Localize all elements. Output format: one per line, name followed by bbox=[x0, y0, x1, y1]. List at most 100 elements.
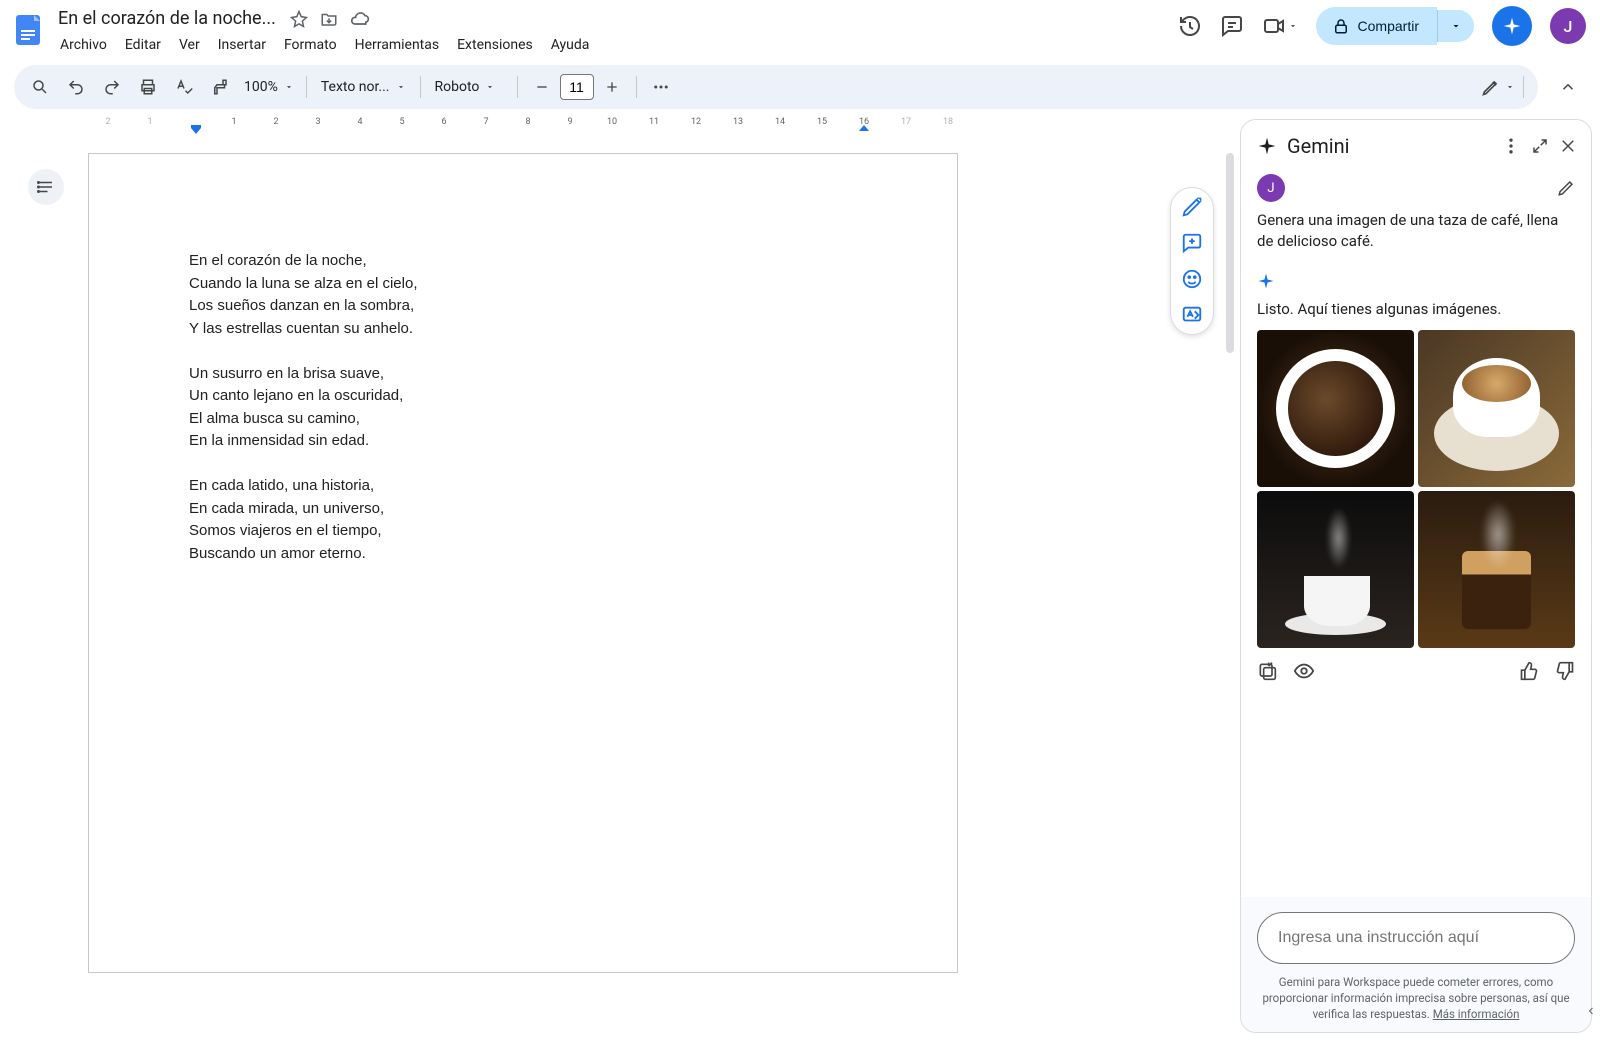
disclaimer-text: Gemini para Workspace puede cometer erro… bbox=[1262, 975, 1569, 1021]
generated-image-1[interactable] bbox=[1257, 330, 1414, 487]
menu-herramientas[interactable]: Herramientas bbox=[347, 33, 448, 57]
thumbs-down-icon[interactable] bbox=[1555, 661, 1575, 681]
ruler-tick: 5 bbox=[399, 117, 404, 127]
emoji-reaction-icon[interactable] bbox=[1181, 268, 1203, 290]
disclaimer-link[interactable]: Más información bbox=[1433, 1007, 1520, 1021]
ruler-tick: 8 bbox=[525, 117, 530, 127]
share-dropdown-button[interactable] bbox=[1437, 10, 1474, 42]
menu-archivo[interactable]: Archivo bbox=[52, 33, 115, 57]
style-value: Texto nor... bbox=[321, 79, 390, 95]
docs-logo-icon[interactable] bbox=[8, 10, 48, 50]
paragraph-style-dropdown[interactable]: Texto nor... bbox=[315, 79, 412, 95]
undo-icon[interactable] bbox=[60, 71, 92, 103]
collapse-toolbar-icon[interactable] bbox=[1550, 69, 1586, 105]
menu-ver[interactable]: Ver bbox=[171, 33, 208, 57]
generated-image-4[interactable] bbox=[1418, 491, 1575, 648]
menu-extensiones[interactable]: Extensiones bbox=[449, 33, 541, 57]
ruler-tick: 10 bbox=[607, 117, 617, 127]
first-line-indent-icon[interactable] bbox=[191, 125, 201, 135]
panel-more-icon[interactable] bbox=[1501, 136, 1521, 156]
gemini-spark-icon bbox=[1257, 136, 1277, 156]
ruler-tick: 15 bbox=[817, 117, 827, 127]
history-icon[interactable] bbox=[1178, 14, 1202, 38]
ruler-tick: 1 bbox=[147, 117, 152, 127]
document-page[interactable]: En el corazón de la noche, Cuando la lun… bbox=[88, 153, 958, 973]
menu-insertar[interactable]: Insertar bbox=[210, 33, 274, 57]
print-icon[interactable] bbox=[132, 71, 164, 103]
font-value: Roboto bbox=[435, 79, 480, 95]
menu-editar[interactable]: Editar bbox=[117, 33, 169, 57]
font-size-input[interactable] bbox=[560, 74, 594, 100]
share-button[interactable]: Compartir bbox=[1316, 7, 1437, 45]
outline-toggle-icon[interactable] bbox=[28, 169, 64, 205]
ruler-tick: 13 bbox=[733, 117, 743, 127]
generated-image-2[interactable] bbox=[1418, 330, 1575, 487]
star-icon[interactable] bbox=[290, 10, 308, 28]
paint-format-icon[interactable] bbox=[204, 71, 236, 103]
vertical-scrollbar[interactable] bbox=[1226, 153, 1234, 353]
thumbs-up-icon[interactable] bbox=[1519, 661, 1539, 681]
gemini-panel: Gemini J Genera una imagen de una taza d… bbox=[1240, 119, 1592, 1033]
meet-icon[interactable] bbox=[1262, 14, 1298, 38]
panel-close-icon[interactable] bbox=[1559, 137, 1577, 155]
ruler-tick: 11 bbox=[649, 117, 659, 127]
font-family-dropdown[interactable]: Roboto bbox=[429, 79, 509, 95]
ruler-tick: 7 bbox=[483, 117, 488, 127]
spellcheck-icon[interactable] bbox=[168, 71, 200, 103]
menu-ayuda[interactable]: Ayuda bbox=[543, 33, 598, 57]
ruler-tick: 1 bbox=[231, 117, 236, 127]
share-label: Compartir bbox=[1358, 18, 1419, 34]
cloud-status-icon[interactable] bbox=[350, 9, 370, 29]
menubar: Archivo Editar Ver Insertar Formato Herr… bbox=[52, 33, 1178, 57]
document-text[interactable]: En el corazón de la noche, Cuando la lun… bbox=[89, 154, 957, 565]
panel-expand-icon[interactable] bbox=[1531, 137, 1549, 155]
user-prompt-text: Genera una imagen de una taza de café, l… bbox=[1257, 210, 1575, 252]
gemini-prompt-input[interactable] bbox=[1257, 912, 1575, 964]
more-tools-icon[interactable] bbox=[645, 71, 677, 103]
editing-mode-dropdown[interactable] bbox=[1481, 77, 1515, 97]
ruler-tick: 4 bbox=[357, 117, 362, 127]
floating-toolbar bbox=[1170, 187, 1214, 335]
user-avatar-small: J bbox=[1257, 174, 1285, 202]
horizontal-ruler[interactable]: 2 1 1 2 3 4 5 6 7 8 9 10 11 12 13 14 15 … bbox=[18, 117, 1226, 137]
document-title[interactable]: En el corazón de la noche... bbox=[52, 6, 282, 31]
font-size-increase-icon[interactable] bbox=[596, 71, 628, 103]
ruler-tick: 16 bbox=[859, 117, 869, 127]
ruler-tick: 2 bbox=[105, 117, 110, 127]
side-panel-toggle-icon[interactable] bbox=[1582, 997, 1600, 1025]
ruler-tick: 6 bbox=[441, 117, 446, 127]
generated-image-grid bbox=[1257, 330, 1575, 648]
zoom-dropdown[interactable]: 100% bbox=[240, 79, 298, 95]
help-me-write-icon[interactable] bbox=[1181, 196, 1203, 218]
gemini-disclaimer: Gemini para Workspace puede cometer erro… bbox=[1257, 974, 1575, 1022]
ruler-tick: 18 bbox=[943, 117, 953, 127]
zoom-value: 100% bbox=[244, 79, 278, 95]
gemini-response-text: Listo. Aquí tienes algunas imágenes. bbox=[1257, 300, 1575, 318]
document-area: 2 1 1 2 3 4 5 6 7 8 9 10 11 12 13 14 15 … bbox=[0, 117, 1236, 1041]
account-avatar[interactable]: J bbox=[1550, 8, 1586, 44]
edit-prompt-icon[interactable] bbox=[1557, 179, 1575, 197]
ruler-tick: 12 bbox=[691, 117, 701, 127]
gemini-launch-button[interactable] bbox=[1492, 6, 1532, 46]
app-header: En el corazón de la noche... Archivo Edi… bbox=[0, 0, 1600, 57]
menu-formato[interactable]: Formato bbox=[276, 33, 345, 57]
vertical-ruler[interactable] bbox=[3, 143, 17, 1041]
ruler-tick: 3 bbox=[315, 117, 320, 127]
comments-icon[interactable] bbox=[1220, 14, 1244, 38]
search-icon[interactable] bbox=[24, 71, 56, 103]
suggest-edits-icon[interactable] bbox=[1181, 304, 1203, 326]
gemini-title: Gemini bbox=[1287, 134, 1491, 158]
view-sources-icon[interactable] bbox=[1293, 660, 1315, 682]
ruler-tick: 14 bbox=[775, 117, 785, 127]
ruler-tick: 2 bbox=[273, 117, 278, 127]
add-comment-icon[interactable] bbox=[1181, 232, 1203, 254]
redo-icon[interactable] bbox=[96, 71, 128, 103]
ruler-tick: 17 bbox=[901, 117, 911, 127]
generated-image-3[interactable] bbox=[1257, 491, 1414, 648]
toolbar: 100% Texto nor... Roboto bbox=[14, 65, 1538, 109]
gemini-response-spark-icon bbox=[1257, 272, 1575, 290]
move-icon[interactable] bbox=[320, 10, 338, 28]
font-size-decrease-icon[interactable] bbox=[526, 71, 558, 103]
insert-icon[interactable] bbox=[1257, 661, 1277, 681]
toolbar-row: 100% Texto nor... Roboto bbox=[0, 57, 1600, 117]
